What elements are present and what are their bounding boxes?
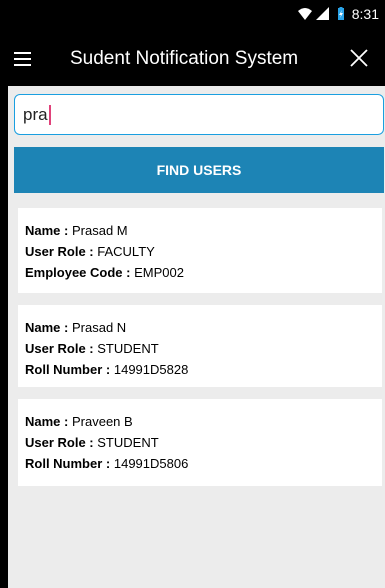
- battery-icon: [337, 7, 344, 20]
- user-role-row: User Role : STUDENT: [25, 338, 382, 359]
- user-role-row: User Role : STUDENT: [25, 432, 382, 453]
- user-name-row: Name : Prasad N: [25, 317, 382, 338]
- user-card[interactable]: Name : Prasad M User Role : FACULTY Empl…: [18, 208, 382, 293]
- user-code-row: Roll Number : 14991D5806: [25, 453, 382, 474]
- user-code: 14991D5806: [113, 456, 189, 471]
- user-name: Prasad N: [71, 320, 127, 335]
- user-code: EMP002: [134, 265, 184, 280]
- close-icon[interactable]: [347, 46, 371, 70]
- toolbar-title: Sudent Notification System: [70, 48, 299, 69]
- code-label: Roll Number :: [25, 362, 111, 377]
- code-label: Employee Code :: [25, 265, 131, 280]
- name-label: Name :: [25, 320, 69, 335]
- status-icons: 8:31: [297, 6, 379, 22]
- user-code: 14991D5828: [113, 362, 189, 377]
- main-content: pra FIND USERS Name : Prasad M User Role…: [8, 86, 385, 588]
- user-role: STUDENT: [97, 435, 159, 450]
- role-label: User Role :: [25, 435, 94, 450]
- code-label: Roll Number :: [25, 456, 111, 471]
- user-role-row: User Role : FACULTY: [25, 241, 382, 262]
- user-name: Prasad M: [71, 223, 128, 238]
- search-input-value: pra: [23, 104, 48, 124]
- name-label: Name :: [25, 223, 69, 238]
- wifi-icon: [297, 8, 312, 20]
- menu-icon[interactable]: [12, 46, 38, 72]
- user-card[interactable]: Name : Prasad N User Role : STUDENT Roll…: [18, 305, 382, 387]
- text-cursor: [48, 104, 51, 125]
- status-time: 8:31: [351, 6, 379, 22]
- find-users-button[interactable]: FIND USERS: [14, 147, 384, 193]
- device-screen: 8:31 Sudent Notification System pra FIND…: [0, 0, 385, 588]
- name-label: Name :: [25, 414, 69, 429]
- user-role: FACULTY: [97, 244, 155, 259]
- user-role: STUDENT: [97, 341, 159, 356]
- role-label: User Role :: [25, 341, 94, 356]
- user-code-row: Roll Number : 14991D5828: [25, 359, 382, 380]
- status-bar: 8:31: [0, 0, 385, 30]
- app-toolbar: Sudent Notification System: [0, 30, 385, 86]
- user-card[interactable]: Name : Praveen B User Role : STUDENT Rol…: [18, 399, 382, 486]
- signal-icon: [315, 7, 329, 20]
- user-name-row: Name : Praveen B: [25, 411, 382, 432]
- user-name-row: Name : Prasad M: [25, 220, 382, 241]
- search-input[interactable]: pra: [14, 94, 384, 135]
- role-label: User Role :: [25, 244, 94, 259]
- user-name: Praveen B: [71, 414, 133, 429]
- user-code-row: Employee Code : EMP002: [25, 262, 382, 283]
